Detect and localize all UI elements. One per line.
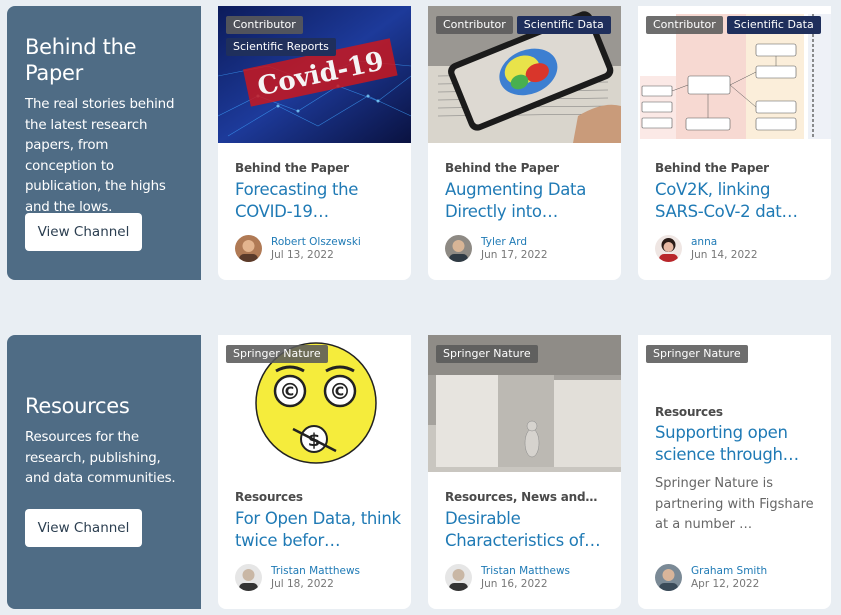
- post-date: Jul 13, 2022: [271, 248, 334, 261]
- post-date: Jun 16, 2022: [481, 577, 548, 590]
- author-info: anna Jun 14, 2022: [655, 235, 758, 262]
- author-name[interactable]: Tyler Ard: [481, 236, 548, 249]
- tag[interactable]: Contributor: [646, 16, 723, 34]
- post-date: Apr 12, 2022: [691, 577, 760, 590]
- article-category: Resources: [655, 405, 723, 419]
- channel-panel-resources: Resources Resources for the research, pu…: [7, 335, 201, 609]
- article-title[interactable]: Forecasting the COVID-19…: [235, 179, 401, 222]
- channel-panel-behind-the-paper: Behind the Paper The real stories behind…: [7, 6, 201, 280]
- tag[interactable]: Springer Nature: [646, 345, 748, 363]
- svg-text:©: ©: [279, 380, 301, 405]
- avatar[interactable]: [655, 564, 682, 591]
- article-category: Resources, News and…: [445, 490, 598, 504]
- tag[interactable]: Scientific Reports: [226, 38, 336, 56]
- view-channel-button[interactable]: View Channel: [25, 509, 142, 547]
- tag[interactable]: Springer Nature: [436, 345, 538, 363]
- article-category: Behind the Paper: [445, 161, 559, 175]
- article-card[interactable]: Contributor Scientific Data Behind the P…: [428, 6, 621, 280]
- author-info: Robert Olszewski Jul 13, 2022: [235, 235, 361, 262]
- article-category: Behind the Paper: [235, 161, 349, 175]
- avatar[interactable]: [655, 235, 682, 262]
- avatar[interactable]: [235, 564, 262, 591]
- tag-list: Springer Nature: [436, 345, 621, 363]
- tag-list: Springer Nature: [646, 345, 831, 363]
- tag[interactable]: Contributor: [436, 16, 513, 34]
- author-name[interactable]: Tristan Matthews: [481, 565, 570, 578]
- article-category: Resources: [235, 490, 303, 504]
- tag[interactable]: Springer Nature: [226, 345, 328, 363]
- post-date: Jun 17, 2022: [481, 248, 548, 261]
- tag-list: Contributor Scientific Reports: [226, 16, 411, 56]
- channel-description: The real stories behind the latest resea…: [25, 97, 175, 215]
- svg-text:©: ©: [329, 380, 351, 405]
- article-card[interactable]: Contributor Scientific Data Behind the P…: [638, 6, 831, 280]
- author-info: Graham Smith Apr 12, 2022: [655, 564, 767, 591]
- tag-list: Contributor Scientific Data: [436, 16, 621, 34]
- tag-list: Contributor Scientific Data: [646, 16, 831, 34]
- channel-title: Behind the Paper: [25, 35, 137, 85]
- article-category: Behind the Paper: [655, 161, 769, 175]
- view-channel-button[interactable]: View Channel: [25, 213, 142, 251]
- article-title[interactable]: Augmenting Data Directly into…: [445, 179, 611, 222]
- article-title[interactable]: Supporting open science through…: [655, 422, 821, 465]
- author-info: Tyler Ard Jun 17, 2022: [445, 235, 548, 262]
- article-summary: Springer Nature is partnering with Figsh…: [655, 476, 814, 532]
- avatar[interactable]: [445, 235, 472, 262]
- tag[interactable]: Contributor: [226, 16, 303, 34]
- author-name[interactable]: anna: [691, 236, 758, 249]
- avatar[interactable]: [445, 564, 472, 591]
- author-name[interactable]: Graham Smith: [691, 565, 767, 578]
- article-card[interactable]: Springer Nature Resources, News and… Des…: [428, 335, 621, 609]
- article-title[interactable]: CoV2K, linking SARS-CoV-2 dat…: [655, 179, 821, 222]
- tag[interactable]: Scientific Data: [516, 16, 611, 34]
- article-title[interactable]: For Open Data, think twice befor…: [235, 508, 401, 551]
- avatar[interactable]: [235, 235, 262, 262]
- channel-description: Resources for the research, publishing, …: [25, 430, 176, 486]
- tag[interactable]: Scientific Data: [726, 16, 821, 34]
- author-info: Tristan Matthews Jul 18, 2022: [235, 564, 360, 591]
- author-info: Tristan Matthews Jun 16, 2022: [445, 564, 570, 591]
- article-card[interactable]: Springer Nature Resources Supporting ope…: [638, 335, 831, 609]
- article-title[interactable]: Desirable Characteristics of…: [445, 508, 611, 551]
- author-name[interactable]: Robert Olszewski: [271, 236, 361, 249]
- channel-title: Resources: [25, 394, 130, 418]
- tag-list: Springer Nature: [226, 345, 411, 363]
- post-date: Jul 18, 2022: [271, 577, 334, 590]
- article-card[interactable]: © © $ Springer Nature Resources For Open…: [218, 335, 411, 609]
- article-card[interactable]: Covid-19 Contributor Scientific Reports …: [218, 6, 411, 280]
- post-date: Jun 14, 2022: [691, 248, 758, 261]
- author-name[interactable]: Tristan Matthews: [271, 565, 360, 578]
